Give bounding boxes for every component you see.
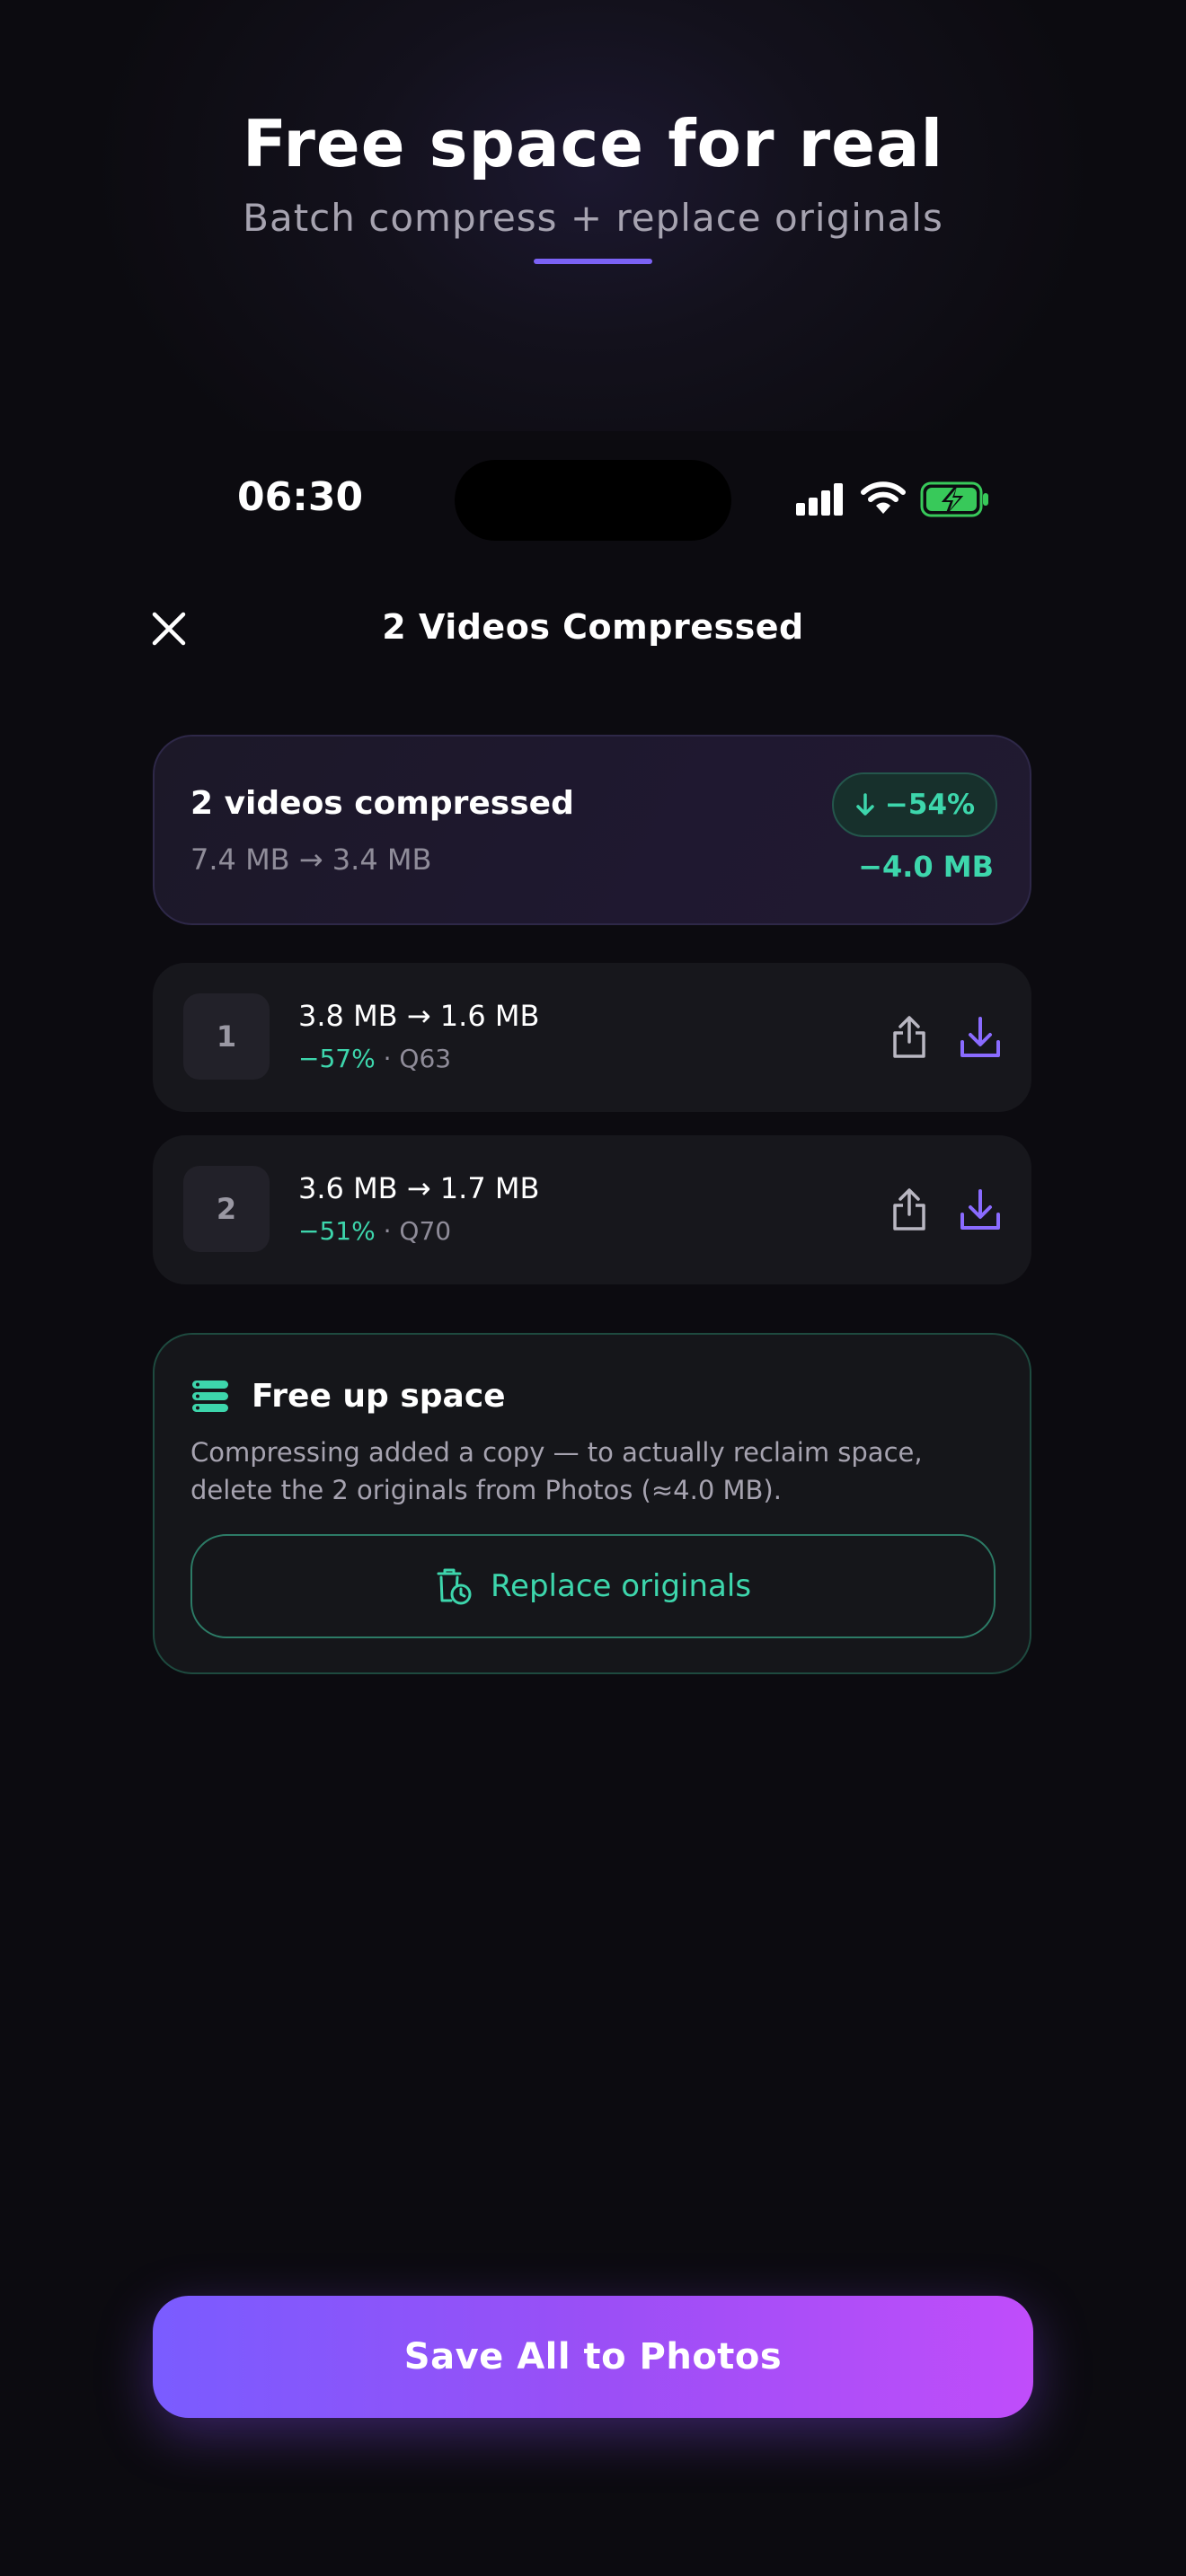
wifi-icon <box>861 481 906 514</box>
video-index: 1 <box>183 993 270 1080</box>
video-meta: −57% · Q63 <box>298 1044 451 1073</box>
replace-originals-button[interactable]: Replace originals <box>190 1534 996 1638</box>
summary-sizes: 7.4 MB → 3.4 MB <box>190 842 432 877</box>
free-space-title: Free up space <box>252 1378 506 1415</box>
summary-title: 2 videos compressed <box>190 785 574 822</box>
summary-card: 2 videos compressed 7.4 MB → 3.4 MB −54%… <box>153 735 1031 925</box>
reduction-badge: −54% <box>832 772 997 837</box>
meta-separator: · <box>375 1044 400 1073</box>
video-row: 1 3.8 MB → 1.6 MB −57% · Q63 <box>153 963 1031 1112</box>
page-title: 2 Videos Compressed <box>382 607 804 647</box>
video-percent: −57% <box>298 1044 376 1073</box>
status-time: 06:30 <box>237 474 364 520</box>
hero-underline <box>534 259 652 264</box>
hero-title: Free space for real <box>242 106 944 181</box>
video-meta: −51% · Q70 <box>298 1216 451 1246</box>
video-row: 2 3.6 MB → 1.7 MB −51% · Q70 <box>153 1135 1031 1284</box>
video-percent: −51% <box>298 1216 376 1246</box>
dynamic-island <box>455 460 731 541</box>
download-icon[interactable] <box>958 1187 1003 1232</box>
share-icon[interactable] <box>890 1187 929 1232</box>
battery-charging-icon <box>920 481 988 517</box>
download-icon[interactable] <box>958 1015 1003 1060</box>
replace-originals-label: Replace originals <box>490 1568 752 1604</box>
free-space-description: Compressing added a copy — to actually r… <box>190 1437 923 1505</box>
free-space-card: Free up space Compressing added a copy —… <box>153 1333 1031 1674</box>
arrow-down-icon <box>856 793 874 816</box>
share-icon[interactable] <box>890 1015 929 1060</box>
trash-clock-icon <box>437 1568 472 1605</box>
hero-subtitle: Batch compress + replace originals <box>243 196 943 240</box>
meta-separator: · <box>375 1216 400 1246</box>
video-sizes: 3.8 MB → 1.6 MB <box>298 999 540 1033</box>
saved-amount: −4.0 MB <box>858 850 994 884</box>
save-all-button[interactable]: Save All to Photos <box>153 2296 1033 2418</box>
video-quality: Q63 <box>399 1044 452 1073</box>
video-sizes: 3.6 MB → 1.7 MB <box>298 1171 540 1205</box>
storage-icon <box>192 1381 228 1412</box>
cellular-signal-icon <box>796 483 845 516</box>
video-quality: Q70 <box>399 1216 452 1246</box>
reduction-percent: −54% <box>884 789 976 821</box>
video-index: 2 <box>183 1166 270 1252</box>
